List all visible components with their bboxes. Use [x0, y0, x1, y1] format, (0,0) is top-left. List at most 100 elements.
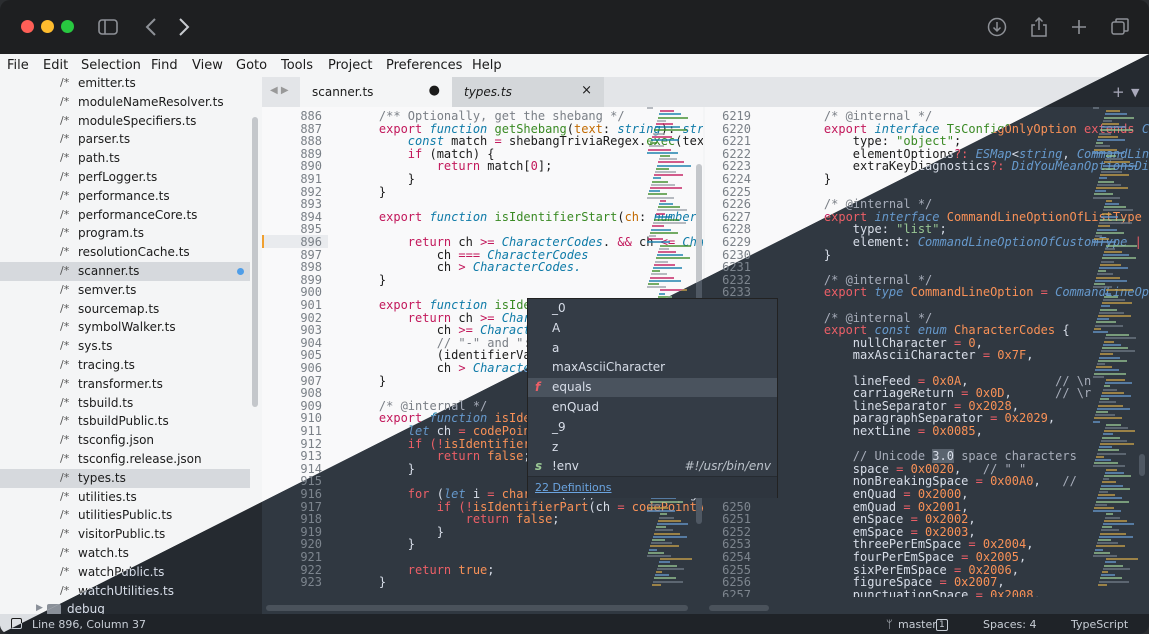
definitions-link[interactable]: 22 Definitions: [535, 481, 612, 494]
file-type-icon: /*: [60, 264, 70, 277]
file-item[interactable]: /* symbolWalker.ts: [0, 318, 250, 337]
file-item[interactable]: /* tsconfig.json: [0, 431, 250, 450]
close-window-button[interactable]: [21, 20, 34, 33]
minimap-line: [1095, 324, 1123, 327]
autocomplete-popup[interactable]: _0 Aa maxAsciiCharacter f equals enQuad _9 z s !e…: [527, 298, 778, 498]
minimap-line: [654, 577, 676, 580]
autocomplete-item[interactable]: _0: [528, 299, 777, 318]
add-pane-icon[interactable]: +: [1112, 83, 1125, 101]
menu-item-tools[interactable]: Tools: [281, 58, 313, 73]
minimap-line: [654, 129, 687, 132]
share-icon[interactable]: [1028, 16, 1050, 38]
menu-item-goto[interactable]: Goto: [236, 58, 267, 73]
menu-item-edit[interactable]: Edit: [43, 58, 68, 73]
minimap-line: [1106, 558, 1138, 561]
menu-item-view[interactable]: View: [192, 58, 223, 73]
autocomplete-item[interactable]: maxAsciiCharacter: [528, 358, 777, 377]
minimap-line: [1095, 459, 1111, 461]
autocomplete-item[interactable]: A: [528, 319, 777, 338]
file-item[interactable]: /* scanner.ts: [0, 262, 250, 281]
file-item[interactable]: /* tsbuild.ts: [0, 394, 250, 413]
new-tab-icon[interactable]: [1068, 16, 1090, 38]
file-item[interactable]: /* transformer.ts: [0, 375, 250, 394]
menu-item-selection[interactable]: Selection: [81, 58, 141, 73]
file-item[interactable]: /* types.ts: [0, 468, 250, 488]
code-token: ,: [1011, 562, 1019, 577]
sidebar-toggle-icon[interactable]: [97, 16, 119, 38]
tab-menu-icon[interactable]: ▼: [1131, 86, 1139, 99]
minimize-window-button[interactable]: [41, 20, 54, 33]
file-item[interactable]: /* tracing.ts: [0, 356, 250, 375]
tab-nav-arrows-icon[interactable]: ◀ ▶: [270, 85, 289, 96]
back-icon[interactable]: [141, 16, 163, 38]
unsaved-dot-icon[interactable]: ●: [429, 83, 440, 98]
menu-item-find[interactable]: Find: [151, 58, 178, 73]
cursor-position[interactable]: Line 896, Column 37: [32, 618, 146, 631]
indentation-setting[interactable]: Spaces: 4: [983, 618, 1036, 631]
git-branch[interactable]: master: [898, 618, 937, 631]
file-name: watch.ts: [78, 546, 129, 560]
autocomplete-item[interactable]: z: [528, 438, 777, 457]
minimap-line: [1103, 523, 1134, 525]
file-item[interactable]: /* performanceCore.ts: [0, 206, 250, 225]
editor-scrollbar-right[interactable]: [1139, 454, 1145, 476]
menu-item-help[interactable]: Help: [472, 58, 502, 73]
minimap-line: [1094, 507, 1114, 509]
tab-types-ts[interactable]: types.ts ×: [452, 77, 604, 107]
zoom-window-button[interactable]: [61, 20, 74, 33]
code-token: .: [602, 235, 618, 249]
minimap-line: [1101, 171, 1122, 173]
autocomplete-item[interactable]: _9: [528, 418, 777, 437]
file-item[interactable]: /* semver.ts: [0, 281, 250, 300]
file-item[interactable]: /* performance.ts: [0, 187, 250, 206]
minimap[interactable]: [1093, 107, 1143, 597]
autocomplete-label: enQuad: [552, 400, 600, 414]
minimap-line: [1102, 391, 1124, 394]
file-item[interactable]: /* utilities.ts: [0, 488, 250, 507]
autocomplete-item[interactable]: enQuad: [528, 398, 777, 417]
horizontal-scrollbar-left[interactable]: [266, 605, 688, 611]
horizontal-scrollbar-right[interactable]: [709, 605, 769, 611]
file-item[interactable]: /* resolutionCache.ts: [0, 243, 250, 262]
file-item[interactable]: /* emitter.ts: [0, 77, 250, 93]
minimap-line: [1097, 363, 1105, 365]
sidebar-scrollbar[interactable]: [252, 117, 258, 407]
tab-overview-icon[interactable]: [1109, 16, 1131, 38]
file-item[interactable]: /* moduleSpecifiers.ts: [0, 112, 250, 131]
syntax-setting[interactable]: TypeScript: [1071, 618, 1128, 631]
file-item[interactable]: /* program.ts: [0, 224, 250, 243]
minimap-line: [649, 145, 664, 148]
file-item[interactable]: /* utilitiesPublic.ts: [0, 506, 250, 525]
minimap-line: [1104, 564, 1123, 567]
file-item[interactable]: /* tsbuildPublic.ts: [0, 412, 250, 431]
minimap-line: [654, 219, 679, 221]
file-item[interactable]: /* moduleNameResolver.ts: [0, 93, 250, 112]
autocomplete-item[interactable]: s !env #!/usr/bin/env: [528, 457, 777, 476]
tab-scanner-ts[interactable]: scanner.ts ●: [300, 77, 452, 107]
file-name: sourcemap.ts: [78, 301, 160, 316]
code-token: }: [350, 575, 387, 590]
menu-item-file[interactable]: File: [7, 58, 29, 73]
minimap-line: [660, 558, 692, 561]
close-tab-icon[interactable]: ×: [581, 83, 592, 98]
forward-icon[interactable]: [172, 16, 194, 38]
file-item[interactable]: /* tsconfig.release.json: [0, 450, 250, 469]
minimap-line: [1099, 580, 1129, 583]
file-item[interactable]: /* path.ts: [0, 149, 250, 168]
minimap-line: [655, 215, 672, 218]
menu-item-preferences[interactable]: Preferences: [386, 58, 462, 73]
file-item[interactable]: /* sourcemap.ts: [0, 300, 250, 319]
file-item[interactable]: /* perfLogger.ts: [0, 168, 250, 187]
autocomplete-item[interactable]: a: [528, 339, 777, 358]
minimap-line: [657, 164, 691, 167]
autocomplete-item[interactable]: f equals: [528, 378, 777, 398]
minimap-line: [652, 135, 672, 138]
file-name: tsconfig.json: [78, 433, 155, 448]
menu-item-project[interactable]: Project: [328, 58, 372, 73]
folder-expand-icon[interactable]: ▶: [36, 603, 43, 613]
file-item[interactable]: /* parser.ts: [0, 130, 250, 149]
minimap-line: [658, 116, 688, 119]
minimap-line: [1098, 583, 1107, 586]
download-icon[interactable]: [986, 16, 1008, 38]
file-item[interactable]: /* sys.ts: [0, 337, 250, 356]
